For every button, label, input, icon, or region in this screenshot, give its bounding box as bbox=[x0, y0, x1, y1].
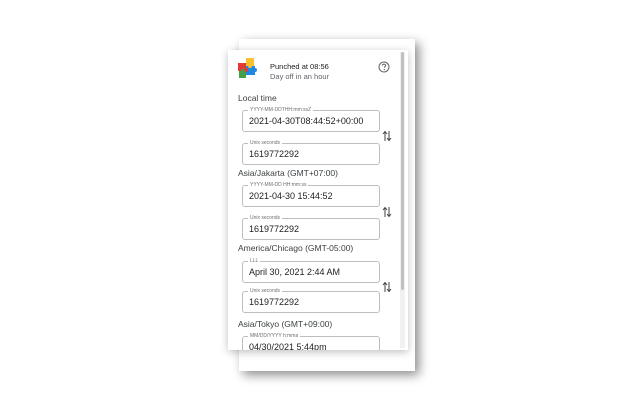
swap-vertical-icon[interactable] bbox=[382, 130, 392, 142]
extension-popup: Punched at 08:56 Day off in an hour Loca… bbox=[228, 50, 408, 350]
help-circle-icon[interactable] bbox=[378, 61, 390, 73]
field-label: LLL bbox=[248, 258, 261, 264]
popup-header: Punched at 08:56 Day off in an hour bbox=[228, 50, 400, 90]
chicago-unix-field[interactable]: Unix seconds 1619772292 bbox=[242, 288, 380, 313]
section-title-asia-tokyo: Asia/Tokyo (GMT+09:00) bbox=[238, 319, 333, 329]
puzzle-logo-icon bbox=[238, 58, 257, 78]
field-value[interactable]: 1619772292 bbox=[249, 148, 299, 160]
day-off-status: Day off in an hour bbox=[270, 72, 330, 81]
field-label: YYYY-MM-DDTHH:mm:ssZ bbox=[248, 107, 314, 113]
field-value[interactable]: 2021-04-30T08:44:52+00:00 bbox=[249, 115, 363, 127]
field-label: MM/DD/YYYY h:mma bbox=[248, 333, 301, 339]
jakarta-unix-field[interactable]: Unix seconds 1619772292 bbox=[242, 215, 380, 240]
chicago-datetime-field[interactable]: LLL April 30, 2021 2:44 AM bbox=[242, 258, 380, 283]
punch-status: Punched at 08:56 bbox=[270, 62, 329, 71]
field-value[interactable]: 04/30/2021 5:44pm bbox=[249, 341, 327, 350]
field-label: Unix seconds bbox=[248, 215, 283, 221]
section-title-local-time: Local time bbox=[238, 93, 277, 103]
local-time-iso-field[interactable]: YYYY-MM-DDTHH:mm:ssZ 2021-04-30T08:44:52… bbox=[242, 107, 380, 132]
section-title-america-chicago: America/Chicago (GMT-05:00) bbox=[238, 243, 354, 253]
jakarta-datetime-field[interactable]: YYYY-MM-DD HH:mm:ss 2021-04-30 15:44:52 bbox=[242, 182, 380, 207]
field-label: Unix seconds bbox=[248, 288, 283, 294]
tokyo-datetime-field[interactable]: MM/DD/YYYY h:mma 04/30/2021 5:44pm bbox=[242, 333, 380, 350]
swap-vertical-icon[interactable] bbox=[382, 281, 392, 293]
field-value[interactable]: 1619772292 bbox=[249, 223, 299, 235]
popup-scrollbar[interactable] bbox=[400, 52, 405, 348]
field-value[interactable]: 1619772292 bbox=[249, 296, 299, 308]
field-label: Unix seconds bbox=[248, 140, 283, 146]
section-title-asia-jakarta: Asia/Jakarta (GMT+07:00) bbox=[238, 168, 338, 178]
field-value[interactable]: April 30, 2021 2:44 AM bbox=[249, 266, 340, 278]
screenshot-stage: Punched at 08:56 Day off in an hour Loca… bbox=[0, 0, 640, 400]
scrollbar-thumb[interactable] bbox=[401, 52, 404, 290]
local-time-unix-field[interactable]: Unix seconds 1619772292 bbox=[242, 140, 380, 165]
field-label: YYYY-MM-DD HH:mm:ss bbox=[248, 182, 309, 188]
field-value[interactable]: 2021-04-30 15:44:52 bbox=[249, 190, 333, 202]
swap-vertical-icon[interactable] bbox=[382, 206, 392, 218]
